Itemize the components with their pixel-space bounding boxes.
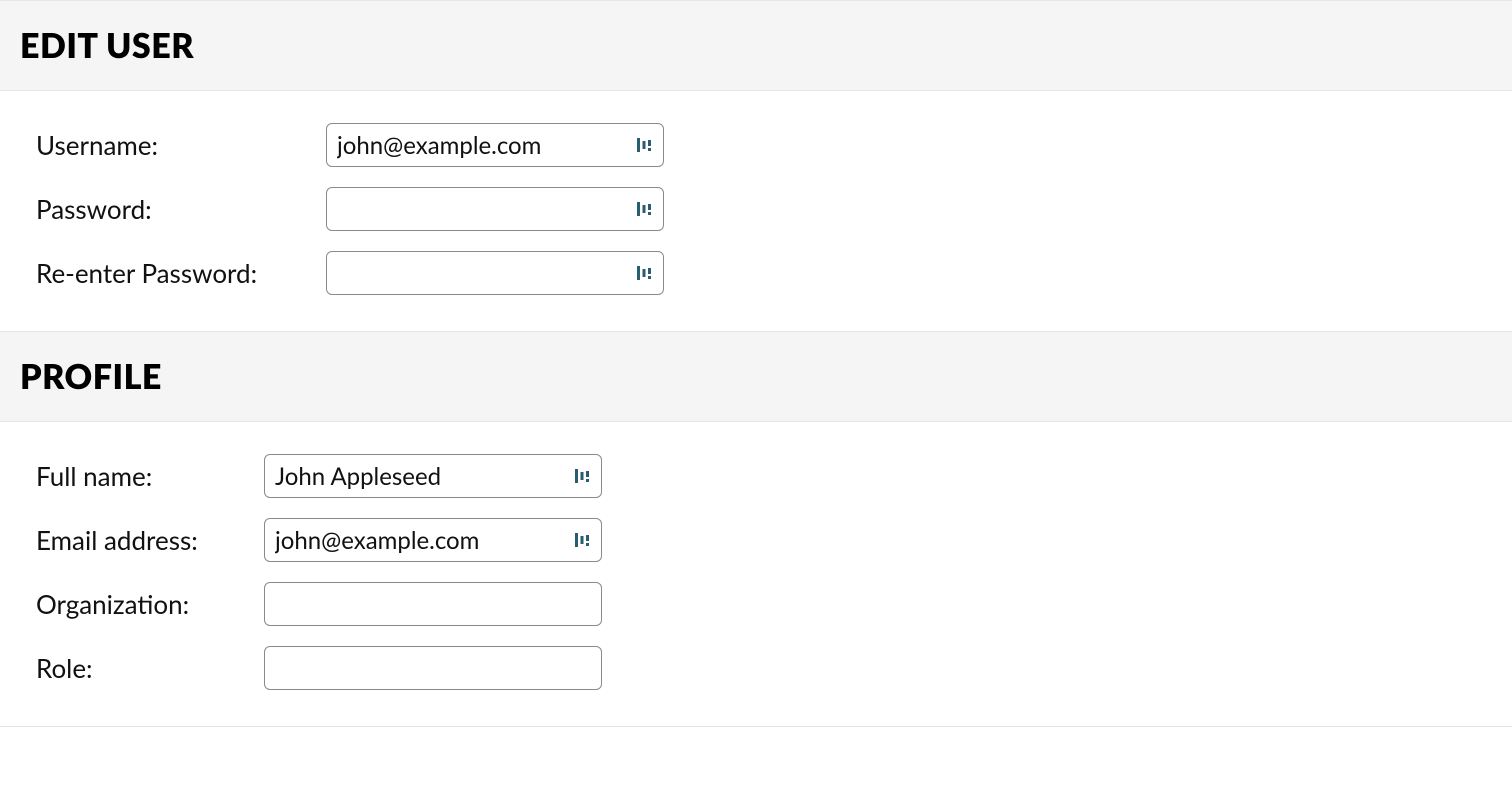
reenter-password-input[interactable] [326, 251, 664, 295]
profile-body: Full name: Email address: [0, 422, 1512, 726]
username-input[interactable] [326, 123, 664, 167]
username-label: Username: [36, 129, 326, 161]
organization-input[interactable] [264, 582, 602, 626]
password-row: Password: [36, 187, 1476, 231]
profile-header: PROFILE [0, 331, 1512, 422]
username-input-wrap [326, 123, 664, 167]
username-row: Username: [36, 123, 1476, 167]
password-input[interactable] [326, 187, 664, 231]
reenter-password-input-wrap [326, 251, 664, 295]
edit-user-header: EDIT USER [0, 0, 1512, 91]
role-input[interactable] [264, 646, 602, 690]
email-label: Email address: [36, 524, 264, 556]
full-name-input[interactable] [264, 454, 602, 498]
organization-label: Organization: [36, 588, 264, 620]
role-label: Role: [36, 652, 264, 684]
organization-row: Organization: [36, 582, 1476, 626]
reenter-password-row: Re-enter Password: [36, 251, 1476, 295]
edit-user-heading: EDIT USER [20, 25, 1492, 66]
full-name-input-wrap [264, 454, 602, 498]
role-row: Role: [36, 646, 1476, 690]
full-name-label: Full name: [36, 460, 264, 492]
role-input-wrap [264, 646, 602, 690]
password-label: Password: [36, 193, 326, 225]
email-row: Email address: [36, 518, 1476, 562]
full-name-row: Full name: [36, 454, 1476, 498]
profile-heading: PROFILE [20, 356, 1492, 397]
edit-user-body: Username: Password: [0, 91, 1512, 331]
organization-input-wrap [264, 582, 602, 626]
email-input[interactable] [264, 518, 602, 562]
email-input-wrap [264, 518, 602, 562]
footer-divider [0, 726, 1512, 727]
password-input-wrap [326, 187, 664, 231]
reenter-password-label: Re-enter Password: [36, 257, 326, 289]
